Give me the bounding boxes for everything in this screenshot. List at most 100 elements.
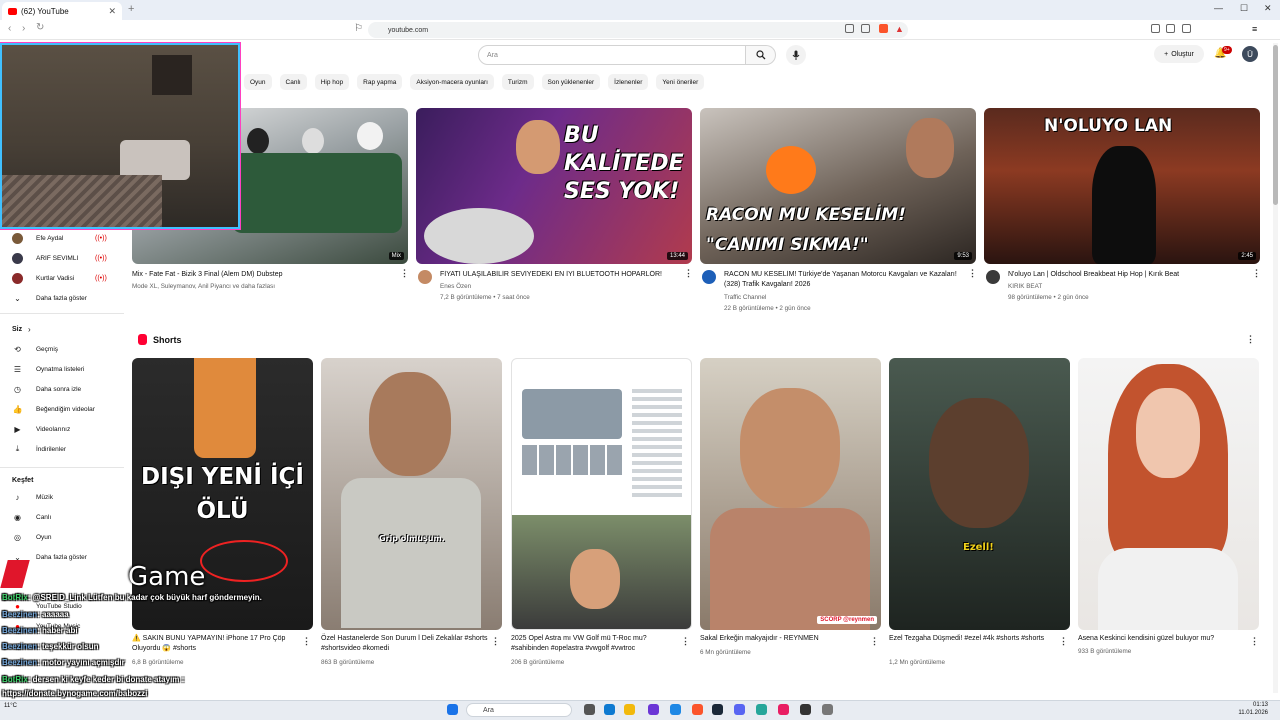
- extensions-icon[interactable]: [1182, 24, 1191, 33]
- windows-start-icon[interactable]: [447, 704, 458, 715]
- share-icon[interactable]: [861, 24, 870, 33]
- short-title[interactable]: Ezel Tezgaha Düşmedi! #ezel #4k #shorts …: [889, 634, 1059, 644]
- shorts-more-icon[interactable]: ⋮: [1246, 334, 1255, 345]
- forward-icon[interactable]: ›: [22, 23, 25, 34]
- sidebar-you-heading[interactable]: Siz ›: [0, 320, 124, 338]
- video-channel[interactable]: Traffic Channel: [724, 292, 766, 303]
- more-options-icon[interactable]: ⋮: [491, 636, 500, 647]
- new-tab-icon[interactable]: +: [128, 3, 134, 15]
- filter-chip[interactable]: Aksiyon-macera oyunları: [410, 74, 494, 90]
- filter-chip[interactable]: Canlı: [279, 74, 307, 90]
- steam-icon[interactable]: [712, 704, 723, 715]
- filter-chip[interactable]: İzlenenler: [608, 74, 649, 90]
- sidebar-item-history[interactable]: ⟲ Geçmiş: [0, 340, 124, 358]
- more-options-icon[interactable]: ⋮: [968, 268, 977, 279]
- install-app-icon[interactable]: [845, 24, 854, 33]
- video-channel[interactable]: KIRIK BEAT: [1008, 281, 1042, 292]
- video-title[interactable]: FİYATI ULAŞILABİLİR SEVİYEDEKİ EN İYİ BL…: [440, 270, 680, 280]
- sidebar-item-clock[interactable]: ◷ Daha sonra izle: [0, 380, 124, 398]
- voice-search-button[interactable]: [786, 45, 806, 65]
- filter-chip[interactable]: Rap yapma: [357, 74, 403, 90]
- sidebar-item-music[interactable]: ♪ Müzik: [0, 488, 124, 506]
- video-thumbnail[interactable]: N'OLUYO LAN 2:45: [984, 108, 1260, 264]
- obs-icon[interactable]: [800, 704, 811, 715]
- app-icon[interactable]: [778, 704, 789, 715]
- task-view-icon[interactable]: [584, 704, 595, 715]
- video-title[interactable]: RACON MU KESELİM! Türkiye'de Yaşanan Mot…: [724, 270, 964, 290]
- edge-icon[interactable]: [604, 704, 615, 715]
- short-title[interactable]: ⚠️ SAKIN BUNU YAPMAYIN! iPhone 17 Pro Çö…: [132, 634, 302, 654]
- app-icon[interactable]: [756, 704, 767, 715]
- filter-chip[interactable]: Yeni öneriler: [656, 74, 705, 90]
- more-options-icon[interactable]: ⋮: [302, 636, 311, 647]
- short-thumbnail[interactable]: Grip olmuşum.: [321, 358, 502, 630]
- video-channel[interactable]: Enes Özen: [440, 281, 471, 292]
- menu-icon[interactable]: ≡: [1252, 24, 1261, 34]
- short-thumbnail[interactable]: [1078, 358, 1259, 630]
- browser-tab[interactable]: (62) YouTube ✕: [2, 2, 122, 20]
- minimize-icon[interactable]: —: [1214, 3, 1223, 13]
- sidebar-item-playlist[interactable]: ☰ Oynatma listeleri: [0, 360, 124, 378]
- sidebar-subscription-arif-sevimli[interactable]: ARIF SEVIMLI ((•)): [0, 249, 124, 267]
- filter-chip[interactable]: Hip hop: [314, 74, 350, 90]
- sidebar-item-video[interactable]: ▶ Videolarınız: [0, 420, 124, 438]
- scrollbar-thumb[interactable]: [1273, 45, 1278, 205]
- mail-icon[interactable]: [670, 704, 681, 715]
- address-bar[interactable]: youtube.com: [368, 22, 908, 38]
- short-thumbnail[interactable]: SCORP @reynmen: [700, 358, 881, 630]
- channel-avatar[interactable]: [986, 270, 1000, 284]
- rewards-icon[interactable]: ▲: [895, 24, 904, 34]
- weather-widget[interactable]: 11°C: [4, 703, 17, 709]
- more-options-icon[interactable]: ⋮: [870, 636, 879, 647]
- maximize-icon[interactable]: ☐: [1240, 3, 1248, 14]
- short-title[interactable]: Özel Hastanelerde Son Durum l Deli Zekal…: [321, 634, 491, 654]
- search-input[interactable]: Ara: [478, 45, 746, 65]
- search-button[interactable]: [746, 45, 776, 65]
- wallet-icon[interactable]: [1166, 24, 1175, 33]
- discord-icon[interactable]: [734, 704, 745, 715]
- sidebar-item-like[interactable]: 👍 Beğendiğim videolar: [0, 400, 124, 418]
- more-options-icon[interactable]: ⋮: [1252, 268, 1261, 279]
- short-title[interactable]: 2025 Opel Astra mı VW Golf mü T-Roc mu? …: [511, 634, 681, 654]
- taskbar-search[interactable]: Ara: [466, 703, 572, 717]
- reload-icon[interactable]: ↻: [36, 22, 44, 33]
- file-explorer-icon[interactable]: [624, 704, 635, 715]
- sidebar-subscription-efe-aydal[interactable]: Efe Aydal ((•)): [0, 229, 124, 247]
- brave-icon[interactable]: [692, 704, 703, 715]
- sidebar-item-live[interactable]: ◉ Canlı: [0, 508, 124, 526]
- back-icon[interactable]: ‹: [8, 23, 11, 34]
- app-icon[interactable]: [822, 704, 833, 715]
- more-options-icon[interactable]: ⋮: [1059, 636, 1068, 647]
- sidebar-item-download[interactable]: ⤓ İndirilenler: [0, 440, 124, 458]
- bookmark-icon[interactable]: ⚐: [354, 23, 363, 34]
- video-thumbnail[interactable]: BU KALİTEDE SES YOK! 13:44: [416, 108, 692, 264]
- channel-avatar[interactable]: [418, 270, 432, 284]
- close-window-icon[interactable]: ✕: [1264, 3, 1272, 14]
- more-options-icon[interactable]: ⋮: [681, 636, 690, 647]
- video-thumbnail[interactable]: RACON MU KESELİM! "CANIMI SIKMA!" 9:53: [700, 108, 976, 264]
- more-options-icon[interactable]: ⋮: [1250, 636, 1259, 647]
- filter-chip[interactable]: Son yüklenenler: [541, 74, 601, 90]
- close-tab-icon[interactable]: ✕: [108, 6, 116, 17]
- short-thumbnail[interactable]: Ezell!: [889, 358, 1070, 630]
- filter-chip[interactable]: Oyun: [244, 74, 272, 90]
- channel-avatar[interactable]: [702, 270, 716, 284]
- system-clock[interactable]: 01:13 11.01.2026: [1238, 701, 1268, 717]
- sidebar-icon[interactable]: [1151, 24, 1160, 33]
- brave-shield-icon[interactable]: [879, 24, 888, 33]
- short-thumbnail[interactable]: [511, 358, 692, 630]
- video-channel[interactable]: Mode XL, Suleymanov, Anil Piyancı ve dah…: [132, 281, 275, 292]
- video-title[interactable]: Mix - Fate Fat - Bizik 3 Final (Alem DM)…: [132, 270, 394, 280]
- more-options-icon[interactable]: ⋮: [400, 268, 409, 279]
- account-avatar[interactable]: Ü: [1242, 46, 1258, 62]
- sidebar-show-more-subscriptions[interactable]: ⌄ Daha fazla göster: [0, 289, 124, 307]
- video-title[interactable]: N'oluyo Lan | Oldschool Breakbeat Hip Ho…: [1008, 270, 1248, 280]
- sidebar-subscription-kurtlar-vadisi[interactable]: Kurtlar Vadisi ((•)): [0, 269, 124, 287]
- create-button[interactable]: + Oluştur: [1154, 45, 1204, 63]
- short-title[interactable]: Asena Keskinci kendisini güzel buluyor m…: [1078, 634, 1248, 644]
- filter-chip[interactable]: Turizm: [501, 74, 534, 90]
- short-title[interactable]: Sakal Erkeğin makyajıdır - REYNMEN: [700, 634, 870, 644]
- store-icon[interactable]: [648, 704, 659, 715]
- more-options-icon[interactable]: ⋮: [684, 268, 693, 279]
- sidebar-item-gaming[interactable]: ◎ Oyun: [0, 528, 124, 546]
